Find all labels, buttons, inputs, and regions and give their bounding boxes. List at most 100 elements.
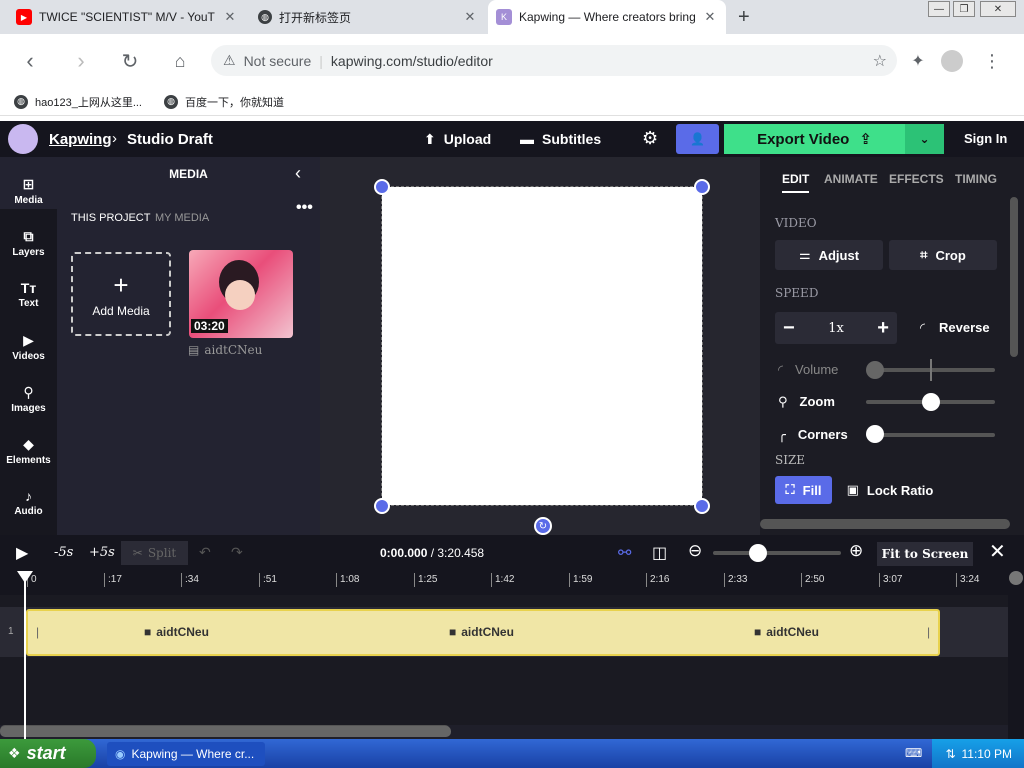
zoom-in-icon[interactable]: ⊕: [849, 541, 863, 561]
panel-horizontal-scrollbar[interactable]: [760, 519, 1010, 529]
rail-item-audio[interactable]: ♪ Audio: [0, 488, 57, 517]
tab-this-project[interactable]: THIS PROJECT: [71, 212, 150, 224]
sign-in-button[interactable]: Sign In: [964, 131, 1007, 146]
back-button[interactable]: ‹: [17, 48, 43, 74]
export-video-button[interactable]: Export Video ⇪: [724, 124, 905, 154]
home-button[interactable]: ⌂: [167, 48, 193, 74]
zoom-knob[interactable]: [922, 393, 940, 411]
magnet-snap-icon[interactable]: ⚯: [618, 543, 631, 563]
resize-handle-bottom-left[interactable]: [374, 498, 390, 514]
corners-slider[interactable]: [866, 433, 995, 437]
rail-item-layers[interactable]: ⧉ Layers: [0, 228, 57, 258]
browser-menu-icon[interactable]: ⋮: [979, 48, 1005, 74]
bookmark-item[interactable]: ◍ hao123_上网从这里...: [14, 94, 142, 110]
clip-trim-handle-left[interactable]: |: [36, 625, 39, 639]
clip-trim-handle-right[interactable]: |: [927, 625, 930, 639]
volume-knob[interactable]: [866, 361, 884, 379]
rail-item-videos[interactable]: ▶ Videos: [0, 332, 57, 362]
bookmark-star-icon[interactable]: ☆: [873, 51, 887, 71]
restore-window-button[interactable]: ❐: [953, 1, 975, 17]
lock-ratio-button[interactable]: ▣ Lock Ratio: [839, 476, 941, 504]
taskbar-task-kapwing[interactable]: ◉ Kapwing — Where cr...: [107, 742, 265, 766]
reload-button[interactable]: ↻: [117, 48, 143, 74]
export-dropdown-button[interactable]: ⌄: [905, 124, 944, 154]
adjust-button[interactable]: ⚌ Adjust: [775, 240, 883, 270]
collapse-panel-icon[interactable]: ‹: [295, 163, 301, 184]
more-options-icon[interactable]: •••: [296, 199, 313, 217]
close-window-button[interactable]: ✕: [980, 1, 1016, 17]
video-canvas[interactable]: [381, 186, 703, 506]
playhead-handle[interactable]: [17, 571, 33, 583]
omnibox[interactable]: ⚠ Not secure | kapwing.com/studio/editor…: [211, 45, 897, 76]
subtitles-button[interactable]: ▬ Subtitles: [520, 131, 601, 147]
rail-item-images[interactable]: ⚲ Images: [0, 384, 57, 414]
close-tab-icon[interactable]: ✕: [462, 9, 478, 25]
close-tab-icon[interactable]: ✕: [222, 9, 238, 25]
add-media-button[interactable]: + Add Media: [71, 252, 171, 336]
system-tray: ⇅ 11:10 PM: [932, 739, 1024, 768]
fill-button[interactable]: ⛶ Fill: [775, 476, 832, 504]
timeline-zoom-slider[interactable]: [713, 551, 841, 555]
tab-kapwing[interactable]: K Kapwing — Where creators bring sto ✕: [488, 0, 726, 34]
gear-icon[interactable]: ⚙: [642, 128, 658, 149]
timeline-zoom-knob[interactable]: [749, 544, 767, 562]
rotate-icon[interactable]: ↻: [534, 517, 552, 535]
url-text[interactable]: kapwing.com/studio/editor: [331, 53, 493, 69]
tab-edit[interactable]: EDIT: [782, 172, 810, 193]
tab-my-media[interactable]: MY MEDIA: [155, 212, 209, 224]
keyboard-icon[interactable]: ⌨: [905, 746, 922, 760]
media-clip-thumbnail[interactable]: 03:20: [189, 250, 293, 338]
resize-handle-bottom-right[interactable]: [694, 498, 710, 514]
reverse-button[interactable]: ◜ Reverse: [920, 320, 990, 336]
timeline-vertical-scrollbar[interactable]: [1008, 571, 1024, 739]
speed-stepper[interactable]: − 1x +: [775, 312, 897, 344]
rail-item-text[interactable]: Tт Text: [0, 280, 57, 309]
rail-item-media[interactable]: ⊞ Media: [0, 176, 57, 206]
extensions-icon[interactable]: ✦: [905, 48, 931, 74]
kapwing-logo[interactable]: [8, 124, 38, 154]
skip-forward-button[interactable]: +5s: [89, 545, 115, 560]
youtube-icon: ▶: [16, 9, 32, 25]
skip-back-button[interactable]: -5s: [54, 545, 73, 560]
start-button[interactable]: ❖ start: [0, 739, 96, 768]
upload-button[interactable]: ⬆ Upload: [424, 131, 491, 148]
split-button[interactable]: ✂ Split: [121, 541, 188, 565]
network-icon[interactable]: ⇅: [945, 747, 955, 761]
bookmark-item[interactable]: ◍ 百度一下，你就知道: [164, 94, 284, 110]
split-view-icon[interactable]: ◫: [652, 543, 667, 563]
redo-icon[interactable]: ↷: [231, 544, 243, 561]
play-button[interactable]: ▶: [16, 543, 28, 563]
fit-to-screen-button[interactable]: Fit to Screen: [877, 542, 973, 566]
crop-button[interactable]: ⌗ Crop: [889, 240, 997, 270]
timeline-clip[interactable]: | ■ aidtCNeu ■ aidtCNeu ■ aidtCNeu |: [26, 609, 940, 656]
resize-handle-top-left[interactable]: [374, 179, 390, 195]
close-timeline-icon[interactable]: ✕: [989, 539, 1006, 564]
close-tab-icon[interactable]: ✕: [702, 9, 718, 25]
undo-icon[interactable]: ↶: [199, 544, 211, 561]
ruler-tick: 3:07: [879, 573, 902, 587]
minus-icon[interactable]: −: [783, 317, 795, 340]
invite-button[interactable]: 👤: [676, 124, 719, 154]
profile-avatar[interactable]: [939, 48, 965, 74]
zoom-out-icon[interactable]: ⊖: [688, 541, 702, 561]
rail-item-elements[interactable]: ◆ Elements: [0, 436, 57, 466]
corners-knob[interactable]: [866, 425, 884, 443]
timeline-ruler[interactable]: 0 :17 :34 :51 1:08 1:25 1:42 1:59 2:16 2…: [0, 571, 1024, 595]
forward-button[interactable]: ›: [68, 48, 94, 74]
tab-timing[interactable]: TIMING: [955, 172, 997, 186]
new-tab-button[interactable]: +: [738, 6, 750, 29]
tab-youtube[interactable]: ▶ TWICE "SCIENTIST" M/V - YouTube ✕: [8, 0, 246, 34]
size-section-label: SIZE: [775, 453, 806, 467]
playhead[interactable]: [24, 571, 26, 739]
plus-icon[interactable]: +: [877, 317, 889, 340]
warning-icon: ⚠: [223, 52, 236, 68]
minimize-window-button[interactable]: —: [928, 1, 950, 17]
resize-handle-top-right[interactable]: [694, 179, 710, 195]
tab-animate[interactable]: ANIMATE: [824, 172, 878, 186]
tab-effects[interactable]: EFFECTS: [889, 172, 944, 186]
timeline-horizontal-scrollbar[interactable]: [0, 726, 451, 737]
brand-link[interactable]: Kapwing: [49, 131, 112, 148]
project-title[interactable]: Studio Draft: [127, 131, 213, 148]
panel-scrollbar[interactable]: [1010, 197, 1018, 357]
tab-new-tab[interactable]: ◍ 打开新标签页 ✕: [250, 0, 486, 34]
